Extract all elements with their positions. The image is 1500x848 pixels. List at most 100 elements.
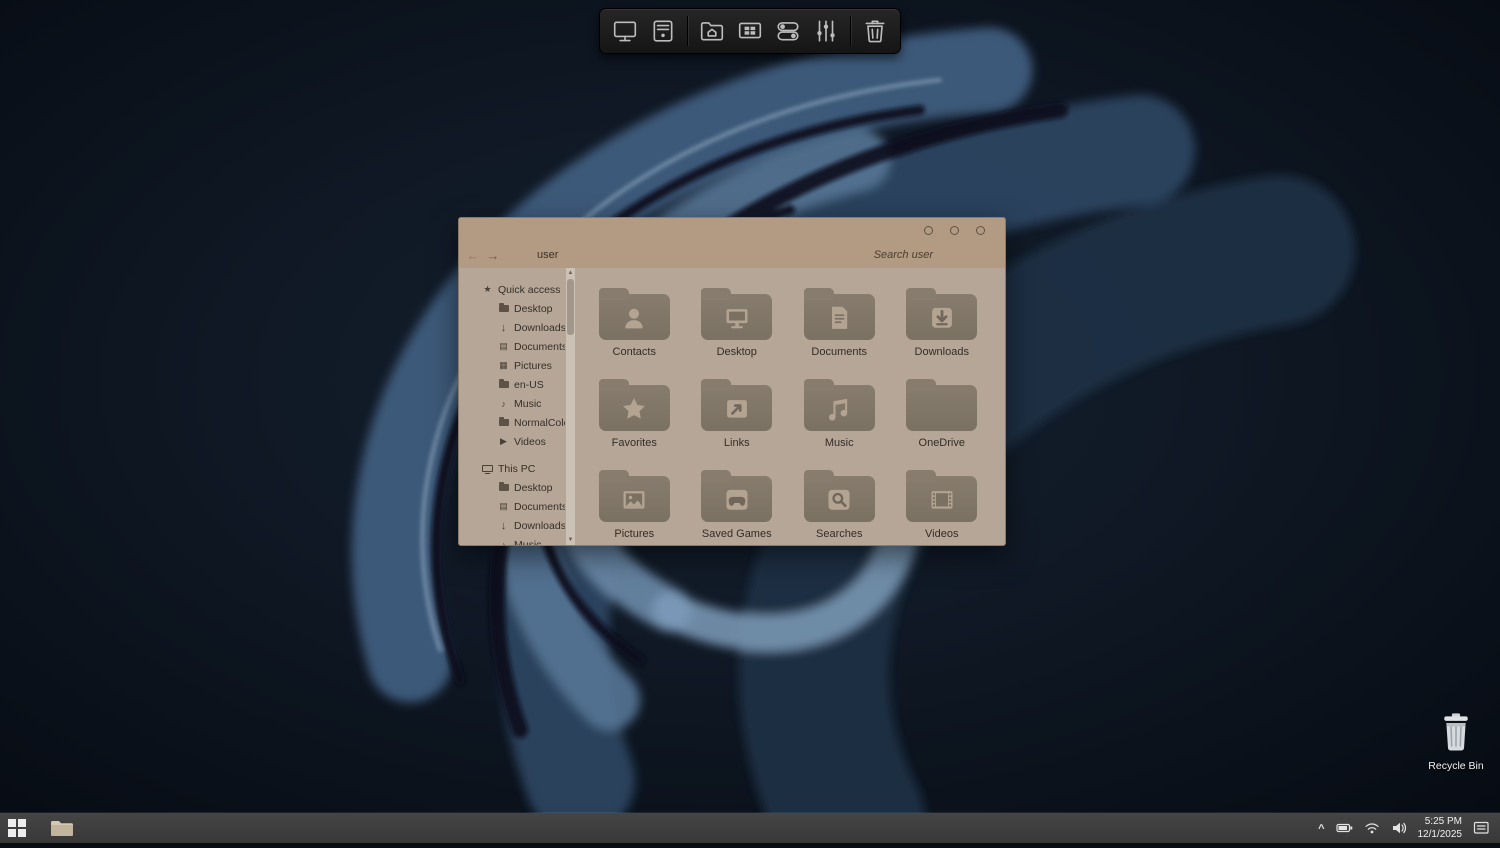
notification-icon bbox=[1473, 820, 1490, 836]
folder-icon bbox=[599, 385, 670, 431]
sidebar-section-this-pc[interactable]: This PC bbox=[459, 459, 565, 478]
folder-tile-saved-games[interactable]: Saved Games bbox=[686, 462, 789, 545]
folder-tile-documents[interactable]: Documents bbox=[788, 280, 891, 371]
minimize-button[interactable] bbox=[924, 226, 933, 235]
sidebar-gap bbox=[459, 451, 565, 459]
folder-tile-searches[interactable]: Searches bbox=[788, 462, 891, 545]
video-icon: ▶ bbox=[497, 436, 510, 447]
folder-tile-onedrive[interactable]: OneDrive bbox=[891, 371, 994, 462]
sidebar-item-downloads[interactable]: ↓ Downloads bbox=[459, 318, 565, 337]
folder-icon bbox=[906, 385, 977, 431]
sidebar-item-label: Pictures bbox=[514, 360, 552, 372]
folder-icon bbox=[804, 476, 875, 522]
dock-sliders-button[interactable] bbox=[807, 13, 845, 49]
sidebar-item-pictures[interactable]: ▦ Pictures bbox=[459, 356, 565, 375]
folder-icon bbox=[906, 294, 977, 340]
folder-label: Music bbox=[825, 438, 854, 449]
sidebar-item-en-us[interactable]: en-US bbox=[459, 375, 565, 394]
forward-button[interactable]: → bbox=[483, 248, 503, 263]
sidebar-item-normalcolor[interactable]: NormalColor bbox=[459, 413, 565, 432]
folder-label: Documents bbox=[811, 347, 867, 358]
folder-tile-favorites[interactable]: Favorites bbox=[583, 371, 686, 462]
show-hidden-icons-button[interactable]: ^ bbox=[1318, 823, 1324, 835]
person-icon bbox=[619, 304, 649, 332]
breadcrumb[interactable]: user bbox=[537, 249, 558, 261]
dock-home-folder-button[interactable] bbox=[693, 13, 731, 49]
taskbar-clock[interactable]: 5:25 PM 12/1/2025 bbox=[1418, 815, 1463, 841]
file-explorer-window: ← → user Search user ★ Quick access Desk… bbox=[458, 217, 1006, 546]
folder-label: Searches bbox=[816, 529, 862, 540]
folder-label: Favorites bbox=[612, 438, 657, 449]
start-button[interactable] bbox=[0, 813, 34, 843]
monitor-icon bbox=[612, 18, 638, 44]
close-button[interactable] bbox=[976, 226, 985, 235]
folder-tile-videos[interactable]: Videos bbox=[891, 462, 994, 545]
home-folder-icon bbox=[699, 18, 725, 44]
download-icon: ↓ bbox=[497, 520, 510, 532]
music-note-icon bbox=[824, 395, 854, 423]
sidebar-item-pc-downloads[interactable]: ↓ Downloads bbox=[459, 516, 565, 535]
folder-tile-desktop[interactable]: Desktop bbox=[686, 280, 789, 371]
folder-label: Contacts bbox=[613, 347, 656, 358]
dock-divider bbox=[850, 16, 851, 46]
folder-label: Links bbox=[724, 438, 750, 449]
download-icon: ↓ bbox=[497, 322, 510, 334]
sidebar-item-label: Downloads bbox=[514, 520, 565, 532]
sidebar-item-label: Desktop bbox=[514, 482, 553, 494]
search-input[interactable]: Search user bbox=[874, 242, 933, 268]
download-icon bbox=[927, 304, 957, 332]
action-center-button[interactable] bbox=[1473, 820, 1490, 836]
sidebar-item-documents[interactable]: ▤ Documents bbox=[459, 337, 565, 356]
sidebar-section-quick-access[interactable]: ★ Quick access bbox=[459, 280, 565, 299]
scroll-down-arrow[interactable]: ▼ bbox=[566, 535, 575, 545]
sidebar-item-pc-documents[interactable]: ▤ Documents bbox=[459, 497, 565, 516]
sidebar-item-label: en-US bbox=[514, 379, 544, 391]
folder-label: Videos bbox=[925, 529, 958, 540]
recycle-bin-shortcut[interactable]: Recycle Bin bbox=[1428, 712, 1484, 772]
magnifier-icon bbox=[824, 486, 854, 514]
folder-tile-pictures[interactable]: Pictures bbox=[583, 462, 686, 545]
folder-tile-contacts[interactable]: Contacts bbox=[583, 280, 686, 371]
sidebar-item-label: Music bbox=[514, 398, 541, 410]
sidebar-section-label: This PC bbox=[498, 463, 535, 475]
folder-tile-music[interactable]: Music bbox=[788, 371, 891, 462]
system-tray: ^ 5:25 PM 12/1/2025 bbox=[1318, 813, 1500, 843]
dock-trash-button[interactable] bbox=[856, 13, 894, 49]
sidebar-item-music[interactable]: ♪ Music bbox=[459, 394, 565, 413]
link-arrow-icon bbox=[722, 395, 752, 423]
sidebar-item-videos[interactable]: ▶ Videos bbox=[459, 432, 565, 451]
folder-icon bbox=[599, 476, 670, 522]
gamepad-icon bbox=[722, 486, 752, 514]
file-explorer-taskbar-button[interactable] bbox=[42, 813, 82, 843]
sidebar-item-desktop[interactable]: Desktop bbox=[459, 299, 565, 318]
dock-server-button[interactable] bbox=[644, 13, 682, 49]
server-icon bbox=[650, 18, 676, 44]
network-tray-button[interactable] bbox=[1364, 820, 1380, 836]
dock-monitor-button[interactable] bbox=[606, 13, 644, 49]
folder-label: OneDrive bbox=[919, 438, 965, 449]
sidebar-section-label: Quick access bbox=[498, 284, 560, 296]
sidebar-item-label: Music bbox=[514, 539, 541, 546]
folder-tile-downloads[interactable]: Downloads bbox=[891, 280, 994, 371]
scrollbar-thumb[interactable] bbox=[567, 279, 574, 335]
volume-tray-button[interactable] bbox=[1391, 820, 1407, 836]
titlebar[interactable] bbox=[459, 218, 1005, 242]
dock-windows-drive-button[interactable] bbox=[731, 13, 769, 49]
desktop-dock bbox=[599, 8, 901, 54]
sidebar-item-pc-music[interactable]: ♪ Music bbox=[459, 535, 565, 545]
picture-icon: ▦ bbox=[497, 360, 510, 371]
dock-toggles-button[interactable] bbox=[769, 13, 807, 49]
clock-time: 5:25 PM bbox=[1418, 815, 1463, 828]
sidebar-item-pc-desktop[interactable]: Desktop bbox=[459, 478, 565, 497]
maximize-button[interactable] bbox=[950, 226, 959, 235]
dock-divider bbox=[687, 16, 688, 46]
folder-label: Downloads bbox=[915, 347, 969, 358]
toggles-icon bbox=[775, 18, 801, 44]
sidebar-item-label: Downloads bbox=[514, 322, 565, 334]
scroll-up-arrow[interactable]: ▲ bbox=[566, 268, 575, 278]
folder-tile-links[interactable]: Links bbox=[686, 371, 789, 462]
sidebar-scrollbar[interactable]: ▲ ▼ bbox=[566, 268, 575, 545]
wifi-icon bbox=[1364, 820, 1380, 836]
back-button[interactable]: ← bbox=[463, 248, 483, 263]
battery-tray-button[interactable] bbox=[1336, 820, 1353, 836]
